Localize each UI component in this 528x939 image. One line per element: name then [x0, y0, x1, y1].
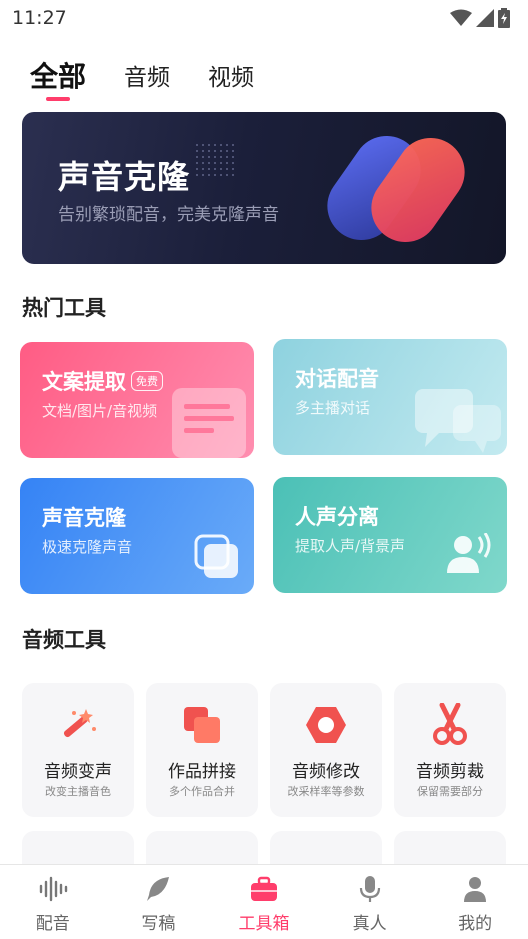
vocal-separation-subtitle: 提取人声/背景声 — [295, 537, 406, 555]
audio-edit-tool[interactable]: 音频修改 改采样率等参数 — [270, 683, 382, 817]
toolbox-icon — [250, 876, 277, 901]
speaking-person-icon — [447, 533, 491, 573]
banner-subtitle: 告别繁琐配音，完美克隆声音 — [58, 205, 279, 225]
scissors-icon — [433, 703, 467, 745]
voice-clone-subtitle: 极速克隆声音 — [42, 538, 133, 556]
audio-tools-title: 音频工具 — [22, 628, 106, 652]
chat-bubbles-icon — [415, 389, 501, 453]
dialogue-dub-card[interactable]: 对话配音 多主播对话 — [273, 339, 507, 455]
nav-writing[interactable]: 写稿 — [106, 865, 212, 939]
copy-squares-icon — [194, 534, 238, 578]
banner-dots-decoration — [194, 142, 234, 176]
feather-icon — [147, 877, 170, 901]
dialogue-dub-title: 对话配音 — [295, 367, 379, 391]
text-extract-title: 文案提取 — [42, 370, 126, 394]
nav-toolbox-label: 工具箱 — [238, 914, 290, 934]
tab-audio-label: 音频 — [124, 65, 171, 91]
waveform-icon — [39, 876, 67, 902]
nav-mine[interactable]: 我的 — [422, 865, 528, 939]
nav-dubbing[interactable]: 配音 — [0, 865, 106, 939]
hot-tools-title: 热门工具 — [22, 296, 106, 320]
tab-video-label: 视频 — [208, 65, 255, 91]
vocal-separation-card[interactable]: 人声分离 提取人声/背景声 — [273, 477, 507, 593]
audio-trim-tool[interactable]: 音频剪裁 保留需要部分 — [394, 683, 506, 817]
merge-works-tool[interactable]: 作品拼接 多个作品合并 — [146, 683, 258, 817]
text-extract-card[interactable]: 文案提取 免费 文档/图片/音视频 — [20, 342, 254, 458]
magic-wand-icon — [63, 709, 96, 738]
status-bar: 11:27 — [0, 0, 528, 36]
dialogue-dub-subtitle: 多主播对话 — [295, 399, 371, 417]
signal-icon — [476, 9, 494, 27]
voice-change-label: 音频变声 — [44, 762, 112, 782]
free-badge: 免费 — [131, 371, 163, 391]
document-icon — [172, 388, 246, 458]
nav-human-voice-label: 真人 — [352, 914, 387, 934]
merge-works-label: 作品拼接 — [168, 762, 236, 782]
status-time: 11:27 — [12, 7, 67, 29]
banner-title: 声音克隆 — [58, 158, 191, 196]
voice-clone-card[interactable]: 声音克隆 极速克隆声音 — [20, 478, 254, 594]
merge-squares-icon — [184, 707, 220, 743]
tab-video[interactable]: 视频 — [208, 58, 254, 92]
top-tabs: 全部 音频 视频 — [30, 58, 292, 108]
battery-icon — [498, 8, 510, 28]
person-icon — [464, 877, 487, 902]
audio-trim-label: 音频剪裁 — [416, 762, 484, 782]
vocal-separation-title: 人声分离 — [295, 505, 379, 529]
audio-trim-desc: 保留需要部分 — [417, 785, 483, 798]
voice-change-desc: 改变主播音色 — [45, 785, 111, 798]
tab-indicator — [46, 97, 70, 101]
nav-toolbox[interactable]: 工具箱 — [211, 865, 317, 939]
tab-all-label: 全部 — [30, 60, 87, 93]
linked-capsules-icon — [327, 135, 465, 243]
tab-audio[interactable]: 音频 — [124, 58, 170, 92]
nav-dubbing-label: 配音 — [35, 914, 70, 934]
voice-clone-banner[interactable]: 声音克隆 告别繁琐配音，完美克隆声音 — [22, 112, 506, 264]
voice-clone-title: 声音克隆 — [42, 506, 126, 530]
nav-writing-label: 写稿 — [141, 914, 176, 934]
audio-edit-desc: 改采样率等参数 — [287, 785, 365, 798]
voice-change-tool[interactable]: 音频变声 改变主播音色 — [22, 683, 134, 817]
text-extract-subtitle: 文档/图片/音视频 — [42, 402, 158, 420]
wifi-icon — [450, 9, 472, 26]
merge-works-desc: 多个作品合并 — [169, 785, 235, 798]
hexagon-settings-icon — [306, 707, 346, 743]
microphone-icon — [359, 876, 380, 902]
tab-all[interactable]: 全部 — [30, 55, 87, 101]
status-icons — [450, 8, 510, 28]
audio-edit-label: 音频修改 — [292, 762, 360, 782]
nav-mine-label: 我的 — [458, 914, 493, 934]
nav-human-voice[interactable]: 真人 — [317, 865, 423, 939]
bottom-nav: 配音 写稿 工具箱 真人 我的 — [0, 864, 528, 939]
